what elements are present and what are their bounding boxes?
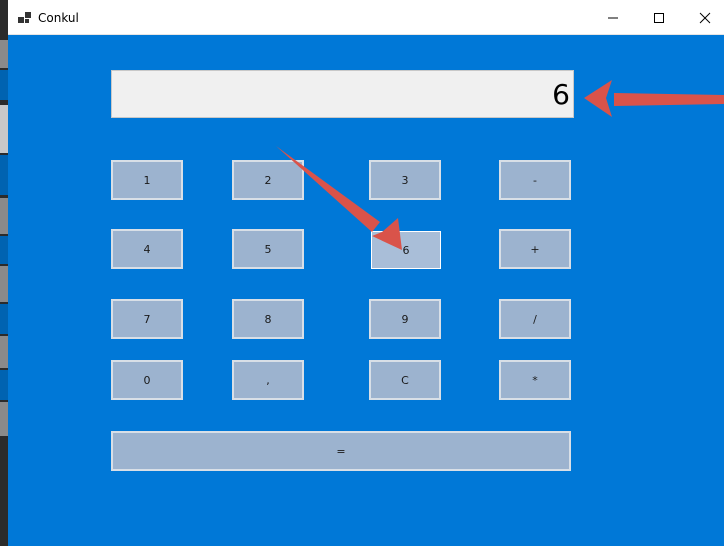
key-9[interactable]: 9: [369, 299, 441, 339]
key-5[interactable]: 5: [232, 229, 304, 269]
screenshot: Conkul 6 1 2 3 - 4 5 6 + 7 8 9 / 0 , C *…: [0, 0, 724, 546]
window-title: Conkul: [38, 11, 79, 25]
key-2[interactable]: 2: [232, 160, 304, 200]
minimize-button[interactable]: [590, 0, 636, 35]
calculator-window: Conkul 6 1 2 3 - 4 5 6 + 7 8 9 / 0 , C *…: [8, 0, 724, 546]
key-6[interactable]: 6: [371, 231, 441, 269]
app-window-icon: [18, 12, 31, 23]
result-display: 6: [111, 70, 574, 118]
minimize-icon: [608, 17, 618, 18]
close-button[interactable]: [682, 0, 724, 35]
key-comma[interactable]: ,: [232, 360, 304, 400]
key-8[interactable]: 8: [232, 299, 304, 339]
key-3[interactable]: 3: [369, 160, 441, 200]
close-icon: [699, 12, 711, 23]
key-multiply[interactable]: *: [499, 360, 571, 400]
key-4[interactable]: 4: [111, 229, 183, 269]
key-1[interactable]: 1: [111, 160, 183, 200]
key-divide[interactable]: /: [499, 299, 571, 339]
maximize-icon: [654, 12, 664, 23]
key-0[interactable]: 0: [111, 360, 183, 400]
key-minus[interactable]: -: [499, 160, 571, 200]
key-7[interactable]: 7: [111, 299, 183, 339]
desktop-background-strip: [0, 0, 8, 546]
key-plus[interactable]: +: [499, 229, 571, 269]
title-bar[interactable]: Conkul: [8, 0, 724, 35]
maximize-button[interactable]: [636, 0, 682, 35]
key-equals[interactable]: =: [111, 431, 571, 471]
key-clear[interactable]: C: [369, 360, 441, 400]
